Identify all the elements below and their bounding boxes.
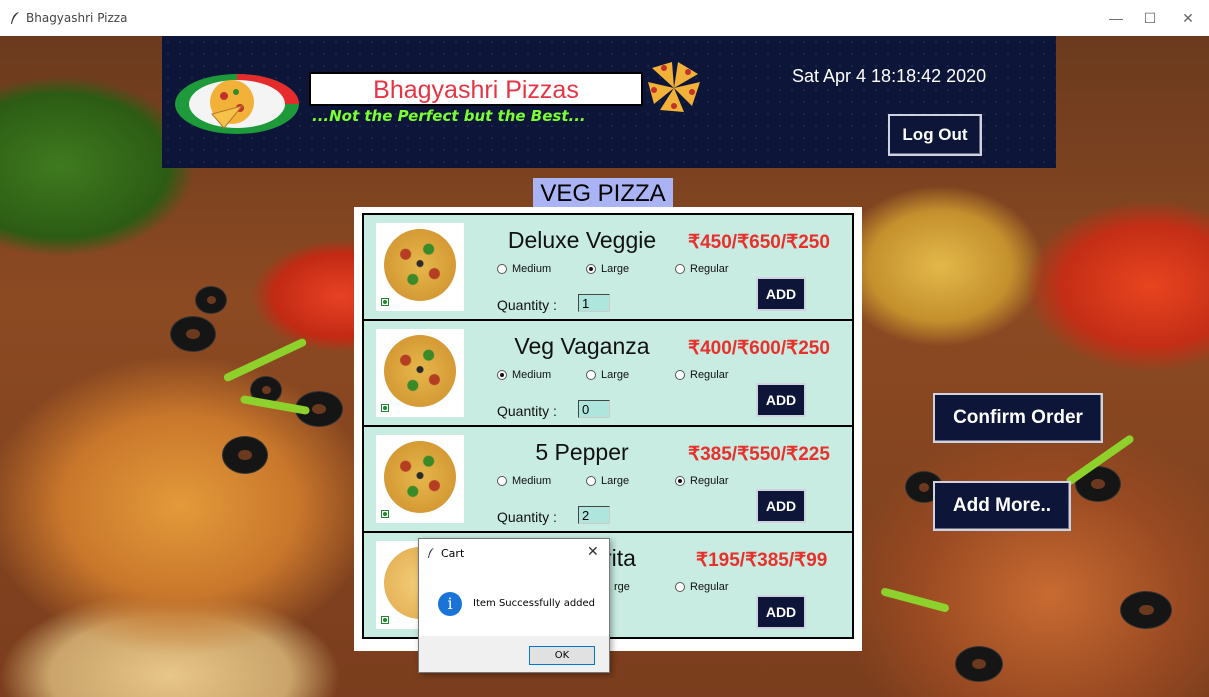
quantity-label: Quantity : xyxy=(497,403,557,419)
olive-decoration xyxy=(222,436,268,474)
size-radio-medium[interactable]: Medium xyxy=(497,263,551,275)
window-titlebar: Bhagyashri Pizza — ☐ ✕ xyxy=(0,0,1209,36)
dialog-title: Cart xyxy=(441,547,465,560)
pizza-item-deluxe-veggie: Deluxe Veggie ₹450/₹650/₹250 Medium Larg… xyxy=(362,213,854,321)
dialog-close-icon[interactable]: ✕ xyxy=(587,543,599,560)
quantity-input[interactable]: 2 xyxy=(578,506,610,524)
window-title: Bhagyashri Pizza xyxy=(26,11,128,25)
pizza-price: ₹385/₹550/₹225 xyxy=(688,444,830,465)
pizza-name: Veg Vaganza xyxy=(514,333,650,359)
veg-icon xyxy=(381,404,389,412)
pizza-item-5-pepper: 5 Pepper ₹385/₹550/₹225 Medium Large Reg… xyxy=(362,425,854,533)
veg-icon xyxy=(381,616,389,624)
pizza-logo-icon xyxy=(175,74,299,134)
minimize-button[interactable]: — xyxy=(1102,8,1130,28)
tagline: ...Not the Perfect but the Best... xyxy=(312,107,586,125)
pizza-image xyxy=(376,435,464,523)
size-radio-medium[interactable]: Medium xyxy=(497,369,551,381)
add-button[interactable]: ADD xyxy=(756,383,806,417)
olive-decoration xyxy=(195,286,227,314)
olive-decoration xyxy=(1120,591,1172,629)
size-radio-large-partial[interactable]: rge xyxy=(614,581,630,593)
olive-decoration xyxy=(955,646,1003,682)
confirm-order-button[interactable]: Confirm Order xyxy=(933,393,1103,443)
add-button[interactable]: ADD xyxy=(756,595,806,629)
size-radio-large[interactable]: Large xyxy=(586,369,629,381)
info-icon: i xyxy=(438,592,462,616)
ok-button[interactable]: OK xyxy=(529,646,595,665)
add-more-button[interactable]: Add More.. xyxy=(933,481,1071,531)
pizza-slices-icon xyxy=(648,62,700,112)
add-button[interactable]: ADD xyxy=(756,489,806,523)
maximize-button[interactable]: ☐ xyxy=(1136,8,1164,28)
veg-icon xyxy=(381,510,389,518)
brand-name: Bhagyashri Pizzas xyxy=(373,76,579,104)
quantity-input[interactable]: 1 xyxy=(578,294,610,312)
quantity-input[interactable]: 0 xyxy=(578,400,610,418)
size-radio-medium[interactable]: Medium xyxy=(497,475,551,487)
pizza-price: ₹195/₹385/₹99 xyxy=(696,550,828,571)
size-radio-regular[interactable]: Regular xyxy=(675,369,729,381)
size-radio-regular[interactable]: Regular xyxy=(675,475,729,487)
pepper-decoration xyxy=(880,587,950,613)
olive-decoration xyxy=(170,316,216,352)
pizza-name: rita xyxy=(604,545,636,571)
pizza-price: ₹450/₹650/₹250 xyxy=(688,232,830,253)
datetime-display: Sat Apr 4 18:18:42 2020 xyxy=(792,66,987,86)
pizza-name: 5 Pepper xyxy=(535,439,629,465)
feather-icon xyxy=(11,12,19,24)
size-radio-large[interactable]: Large xyxy=(586,475,629,487)
pizza-price: ₹400/₹600/₹250 xyxy=(688,338,830,359)
size-radio-regular[interactable]: Regular xyxy=(675,581,729,593)
section-title: VEG PIZZA xyxy=(533,178,673,210)
close-button[interactable]: ✕ xyxy=(1174,8,1202,28)
add-button[interactable]: ADD xyxy=(756,277,806,311)
dialog-message: Item Successfully added xyxy=(473,598,596,609)
feather-icon xyxy=(428,548,434,558)
size-radio-large[interactable]: Large xyxy=(586,263,629,275)
pizza-item-veg-vaganza: Veg Vaganza ₹400/₹600/₹250 Medium Large … xyxy=(362,319,854,427)
size-radio-regular[interactable]: Regular xyxy=(675,263,729,275)
pizza-image xyxy=(376,223,464,311)
logout-button[interactable]: Log Out xyxy=(888,114,982,156)
quantity-label: Quantity : xyxy=(497,509,557,525)
pizza-name: Deluxe Veggie xyxy=(507,227,657,253)
quantity-label: Quantity : xyxy=(497,297,557,313)
cart-dialog: Cart ✕ i Item Successfully added OK xyxy=(418,538,610,673)
dialog-footer: OK xyxy=(419,636,609,672)
veg-icon xyxy=(381,298,389,306)
pizza-image xyxy=(376,329,464,417)
header-banner: Bhagyashri Pizzas ...Not the Perfect but… xyxy=(162,36,1056,168)
brand-box: Bhagyashri Pizzas xyxy=(309,72,643,106)
